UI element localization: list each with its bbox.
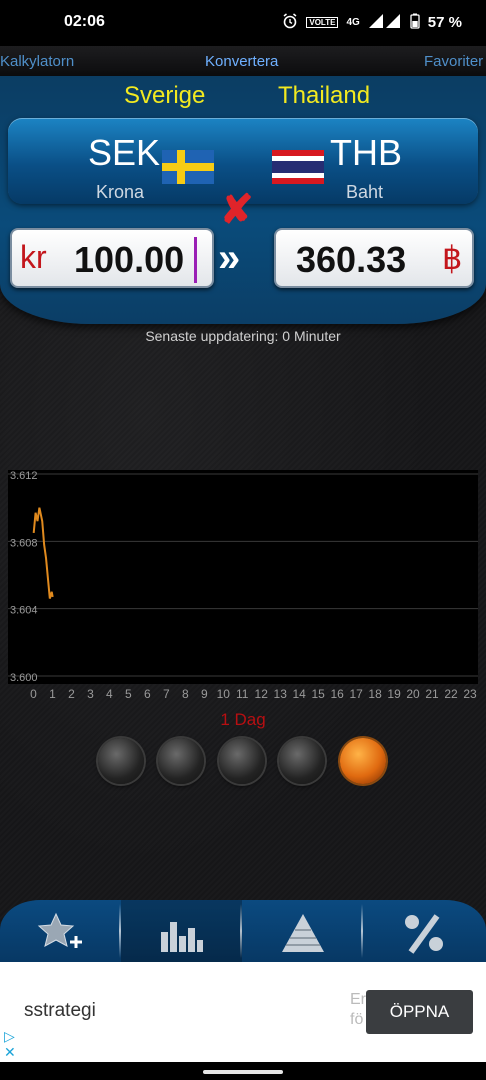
chart-background [8,470,478,684]
tab-percent[interactable] [363,900,484,962]
pyramid-icon [282,914,324,952]
ad-title[interactable]: sstrategi [24,1000,96,1022]
chart-x-tick-label: 23 [463,687,477,701]
chart-x-tick-label: 9 [201,687,208,701]
range-button-4[interactable] [279,738,325,784]
volte-icon: VOLTE [306,17,339,28]
ad-close-icon[interactable]: ✕ [4,1044,16,1061]
convert-arrow-icon[interactable]: » [218,236,241,281]
ad-banner[interactable]: sstrategi Er fö ÖPPNA ▷ ✕ [0,962,486,1062]
chart-x-tick-label: 22 [444,687,458,701]
status-time: 02:06 [64,13,105,30]
to-currency-name: Baht [346,182,384,202]
chart-x-tick-label: 12 [255,687,269,701]
to-country[interactable]: Thailand [278,82,370,110]
from-currency-code[interactable]: SEK [88,132,160,174]
chart-x-tick-label: 15 [311,687,325,701]
battery-percent: 57 % [427,14,462,31]
chart-x-tick-label: 4 [106,687,113,701]
chart-x-tick-label: 11 [236,687,249,701]
status-icons: VOLTE 4G 57 % [282,13,462,32]
alarm-icon [282,13,298,32]
last-update-text: Senaste uppdatering: 0 Minuter [145,328,341,344]
ad-faded-text: Er fö [350,991,366,1028]
chart-x-tick-label: 5 [125,687,132,701]
range-button-2[interactable] [158,738,204,784]
result-field: 360.33 ฿ [274,228,474,288]
chart-x-tick-label: 18 [368,687,382,701]
chart-y-tick-label: 3.600 [10,672,38,684]
country-row: Sverige Thailand [0,82,486,116]
chart-x-tick-label: 16 [330,687,344,701]
thailand-flag-icon [272,150,324,184]
top-nav: Kalkylatorn Konvertera Favoriter [0,46,486,76]
gesture-bar [0,1062,486,1080]
chart-x-tick-label: 7 [163,687,170,701]
nav-convert[interactable]: Konvertera [205,53,278,70]
chart-x-tick-label: 1 [49,687,56,701]
bar-chart-icon [161,922,203,952]
chart-x-tick-label: 14 [293,687,307,701]
tab-add-favorite[interactable] [0,900,121,962]
chart-x-tick-label: 6 [144,687,151,701]
chart-x-tick-label: 8 [182,687,189,701]
range-button-1[interactable] [98,738,144,784]
ad-open-button[interactable]: ÖPPNA [366,990,473,1034]
to-currency-code[interactable]: THB [330,132,402,174]
chart-x-tick-label: 17 [349,687,363,701]
chart-x-tick-label: 21 [425,687,439,701]
chart-y-tick-label: 3.604 [10,605,38,617]
from-currency-symbol: kr [20,239,47,275]
star-add-icon [37,912,82,948]
chart-x-tick-label: 20 [406,687,420,701]
chart-x-tick-label: 13 [274,687,288,701]
chart-x-tick-label: 19 [387,687,401,701]
home-indicator[interactable] [203,1070,283,1074]
chart-x-tick-label: 10 [217,687,231,701]
sweden-flag-icon [162,150,214,184]
chart-y-tick-label: 3.612 [10,470,38,482]
text-caret [194,237,197,283]
percent-icon [405,914,443,954]
amount-input[interactable]: kr 100.00 [10,228,214,288]
result-value: 360.33 [296,239,407,280]
4g-icon: 4G [346,17,360,28]
app-screen: Kalkylatorn Konvertera Favoriter Sverige… [0,46,486,962]
chart-y-tick-label: 3.608 [10,537,38,549]
tab-chart[interactable] [121,900,242,962]
to-currency-symbol: ฿ [442,240,463,276]
range-button-3[interactable] [219,738,265,784]
chart-x-tick-label: 2 [68,687,75,701]
range-label: 1 Dag [220,710,266,729]
chart-x-tick-label: 3 [87,687,94,701]
chart-x-tick-label: 0 [30,687,37,701]
range-button-5[interactable] [340,738,386,784]
status-bar: 02:06 VOLTE 4G 57 % [0,0,486,46]
signal-icon [368,13,402,32]
converter-panel: Sverige Thailand SEK Krona THB Baht ✘ kr… [0,76,486,324]
nav-favorites[interactable]: Favoriter [424,53,483,70]
bottom-tab-bar [0,900,486,962]
from-currency-name: Krona [96,182,145,202]
nav-calculator[interactable]: Kalkylatorn [0,53,74,70]
range-selector [0,738,486,788]
tab-pyramid[interactable] [242,900,363,962]
rate-chart: 3.6123.6083.6043.6000 1 2 3 4 5 6 7 8 9 10 11 12 13 14… [8,470,478,701]
battery-icon [410,13,420,32]
amount-value: 100.00 [74,239,185,280]
ad-choices-icon[interactable]: ▷ [4,1028,15,1045]
from-country[interactable]: Sverige [124,82,205,110]
swap-icon[interactable]: ✘ [220,190,254,230]
